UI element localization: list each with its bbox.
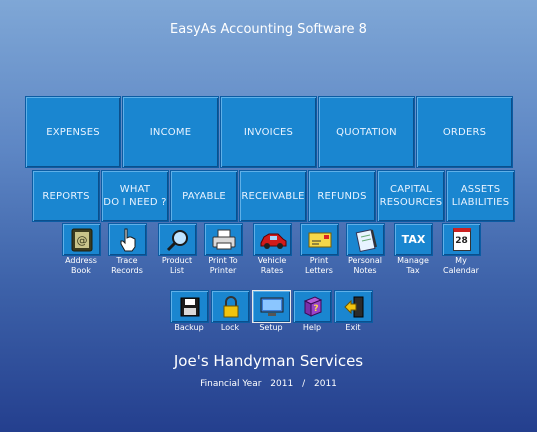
financial-year-end: 2011 bbox=[314, 379, 337, 389]
envelope-icon bbox=[308, 232, 331, 247]
quotation-button[interactable]: QUOTATION bbox=[318, 96, 415, 168]
my-calendar-button[interactable]: 28 bbox=[442, 223, 481, 256]
product-list-button[interactable] bbox=[158, 223, 197, 256]
svg-text:?: ? bbox=[313, 304, 318, 314]
notepad-icon bbox=[355, 228, 377, 252]
receivable-button[interactable]: RECEIVABLE bbox=[239, 170, 307, 222]
tax-icon: TAX bbox=[401, 233, 426, 246]
pointing-hand-icon bbox=[120, 228, 135, 251]
address-book-icon: @ bbox=[71, 228, 92, 251]
financial-year-label: Financial Year bbox=[200, 379, 262, 389]
calendar-day: 28 bbox=[455, 236, 468, 246]
vehicle-rates-button[interactable] bbox=[253, 223, 292, 256]
padlock-icon bbox=[223, 295, 238, 317]
lock-button[interactable] bbox=[211, 290, 250, 323]
financial-year-separator: / bbox=[302, 379, 306, 389]
car-icon bbox=[260, 233, 286, 249]
setup-button[interactable] bbox=[252, 290, 291, 323]
reports-button[interactable]: REPORTS bbox=[32, 170, 100, 222]
income-button[interactable]: INCOME bbox=[122, 96, 219, 168]
floppy-disk-icon bbox=[180, 297, 199, 316]
expenses-button[interactable]: EXPENSES bbox=[25, 96, 121, 168]
orders-button[interactable]: ORDERS bbox=[416, 96, 513, 168]
my-calendar-label: My Calendar bbox=[443, 256, 479, 275]
backup-button[interactable] bbox=[170, 290, 209, 323]
trace-records-button[interactable] bbox=[108, 223, 147, 256]
print-to-printer-label: Print To Printer bbox=[208, 256, 238, 275]
print-letters-button[interactable] bbox=[300, 223, 339, 256]
app-title: EasyAs Accounting Software 8 bbox=[170, 22, 367, 37]
monitor-icon bbox=[260, 297, 283, 316]
help-book-icon: ? bbox=[303, 295, 322, 317]
printer-icon bbox=[212, 229, 235, 249]
exit-label: Exit bbox=[345, 323, 361, 332]
personal-notes-button[interactable] bbox=[346, 223, 385, 256]
calendar-icon: 28 bbox=[452, 228, 471, 251]
magnifier-icon bbox=[166, 229, 188, 251]
what-do-i-need-button[interactable]: WHAT DO I NEED ? bbox=[101, 170, 169, 222]
financial-year-start: 2011 bbox=[270, 379, 294, 389]
capital-resources-button[interactable]: CAPITAL RESOURCES bbox=[377, 170, 445, 222]
company-name: Joe's Handyman Services bbox=[173, 352, 364, 370]
invoices-button[interactable]: INVOICES bbox=[220, 96, 317, 168]
exit-door-icon bbox=[343, 296, 363, 317]
exit-button[interactable] bbox=[334, 290, 373, 323]
svg-text:@: @ bbox=[76, 234, 87, 247]
address-book-button[interactable]: @ bbox=[62, 223, 101, 256]
print-to-printer-button[interactable] bbox=[204, 223, 243, 256]
financial-year: Financial Year 2011 / 2011 bbox=[0, 379, 537, 389]
help-button[interactable]: ? bbox=[293, 290, 332, 323]
manage-tax-button[interactable]: TAX bbox=[394, 223, 433, 256]
refunds-button[interactable]: REFUNDS bbox=[308, 170, 376, 222]
payable-button[interactable]: PAYABLE bbox=[170, 170, 238, 222]
trace-records-label: Trace Records bbox=[111, 256, 143, 275]
assets-liabilities-button[interactable]: ASSETS LIABILITIES bbox=[446, 170, 515, 222]
